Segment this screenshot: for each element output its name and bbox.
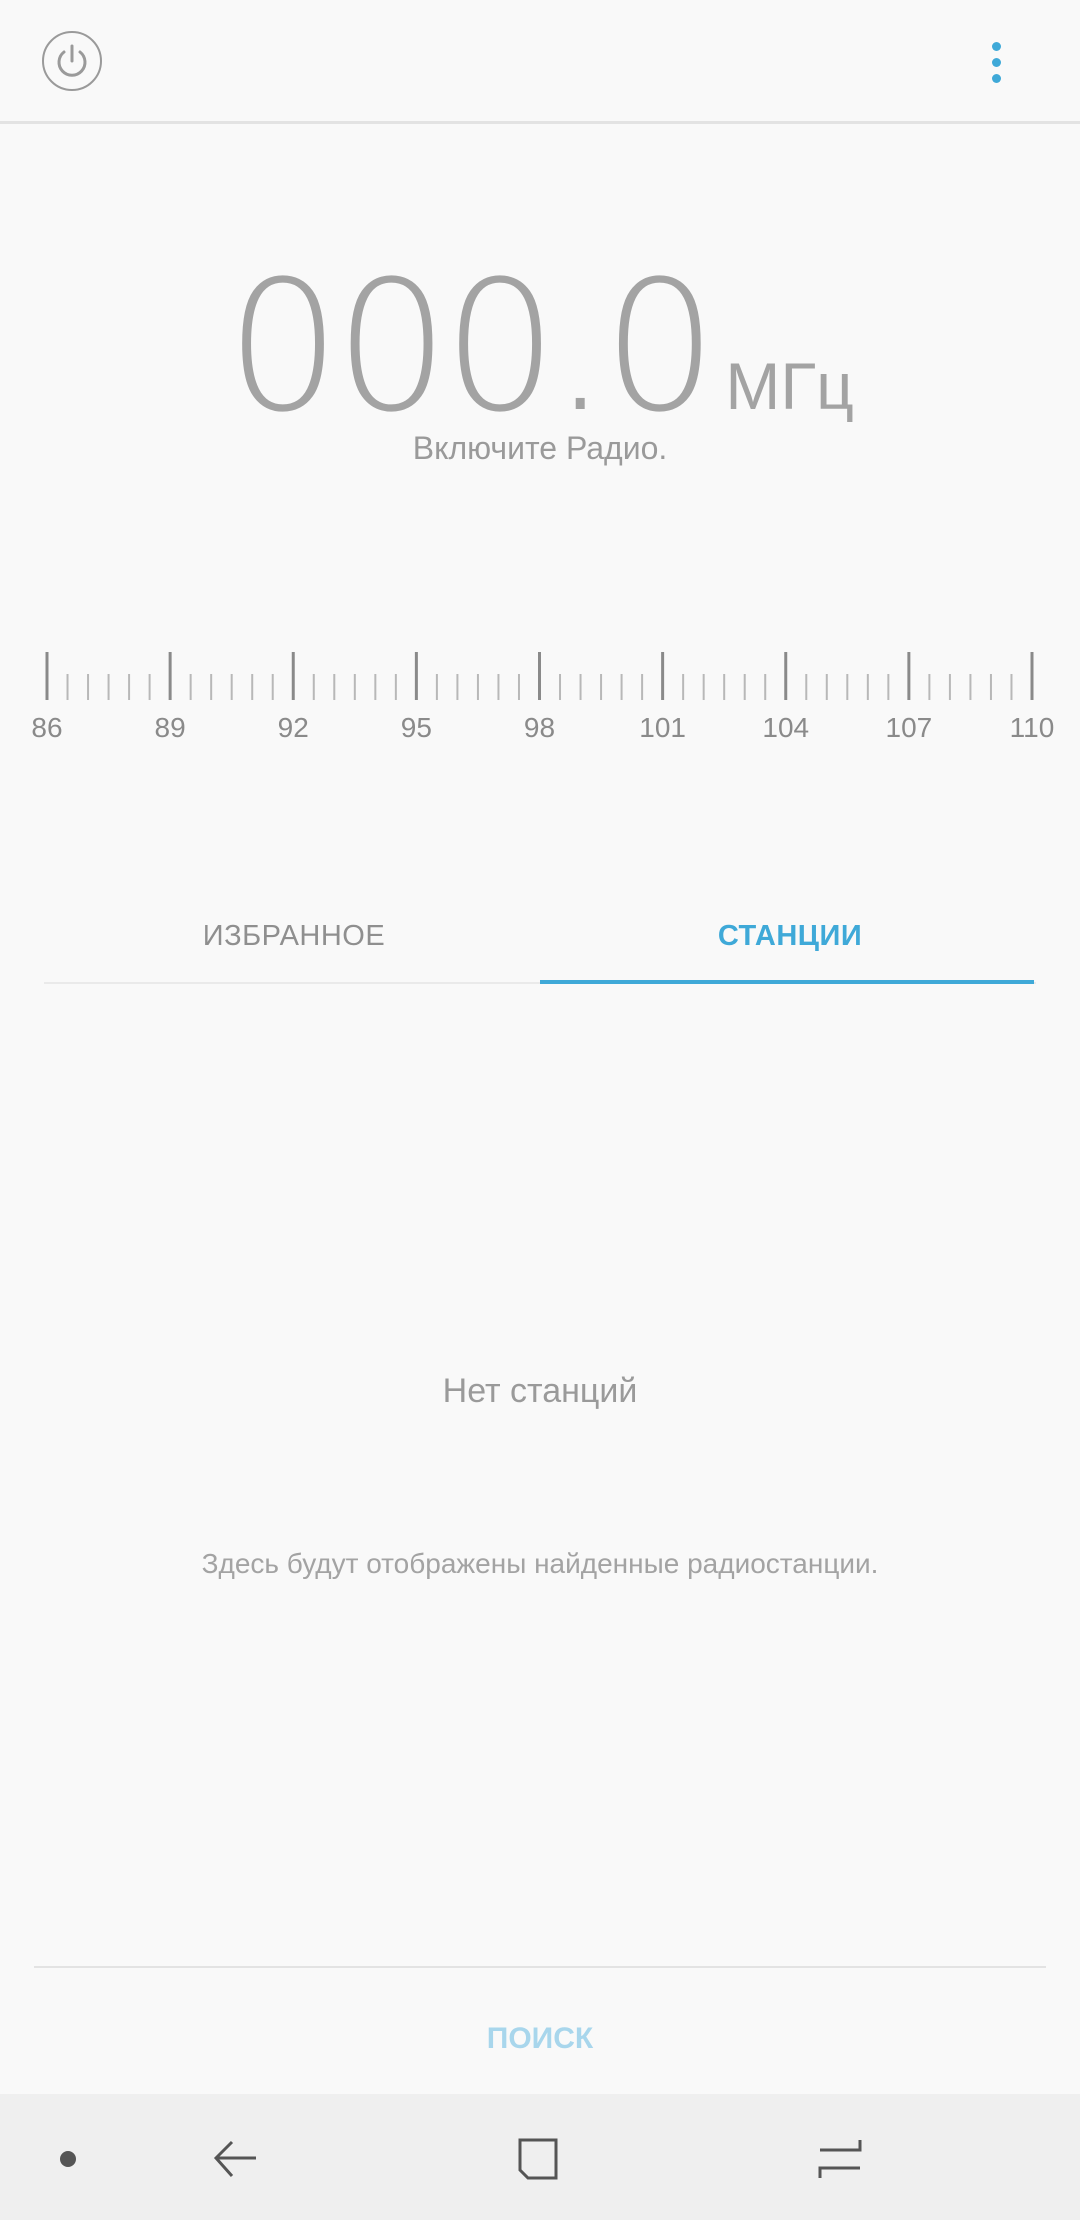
power-icon xyxy=(57,44,87,77)
frequency-unit: МГц xyxy=(725,349,854,423)
empty-state-title: Нет станций xyxy=(442,1372,638,1410)
system-nav-bar xyxy=(0,2094,1080,2220)
tab-selected-indicator xyxy=(540,980,1034,984)
dial-label: 89 xyxy=(155,712,186,743)
more-options-button[interactable] xyxy=(974,38,1018,88)
dial-label: 104 xyxy=(762,712,809,743)
nav-dot-button[interactable] xyxy=(34,2124,104,2194)
frequency-value: 000.0 xyxy=(226,243,717,452)
dot-icon xyxy=(60,2151,76,2167)
nav-back-button[interactable] xyxy=(200,2124,270,2194)
tab-favorites[interactable]: ИЗБРАННОЕ xyxy=(44,920,544,953)
dial-label: 98 xyxy=(524,712,555,743)
bottom-divider xyxy=(34,1966,1046,1968)
more-vert-icon xyxy=(992,42,1001,51)
dial-label: 110 xyxy=(1010,712,1055,743)
recents-icon xyxy=(818,2140,862,2178)
tab-bar: ИЗБРАННОЕ СТАНЦИИ xyxy=(0,900,1080,990)
nav-recents-button[interactable] xyxy=(804,2124,874,2194)
radio-status-text: Включите Радио. xyxy=(412,430,668,466)
search-button[interactable]: ПОИСК xyxy=(390,2004,690,2074)
empty-state-subtitle: Здесь будут отображены найденные радиост… xyxy=(201,1548,879,1579)
dial-label: 101 xyxy=(639,712,686,743)
dial-label: 95 xyxy=(401,712,432,743)
tab-stations[interactable]: СТАНЦИИ xyxy=(540,920,1040,953)
dial-label: 86 xyxy=(31,712,62,743)
dial-label: 92 xyxy=(278,712,309,743)
nav-home-button[interactable] xyxy=(502,2124,572,2194)
home-icon xyxy=(518,2138,558,2180)
back-icon xyxy=(213,2140,256,2177)
power-button[interactable] xyxy=(42,31,102,91)
dial-label: 107 xyxy=(886,712,933,743)
top-app-bar xyxy=(0,0,1080,124)
frequency-display: 000.0 МГц xyxy=(0,258,1080,438)
frequency-dial[interactable]: 86 89 92 95 98 101 104 107 110 xyxy=(0,640,1080,760)
